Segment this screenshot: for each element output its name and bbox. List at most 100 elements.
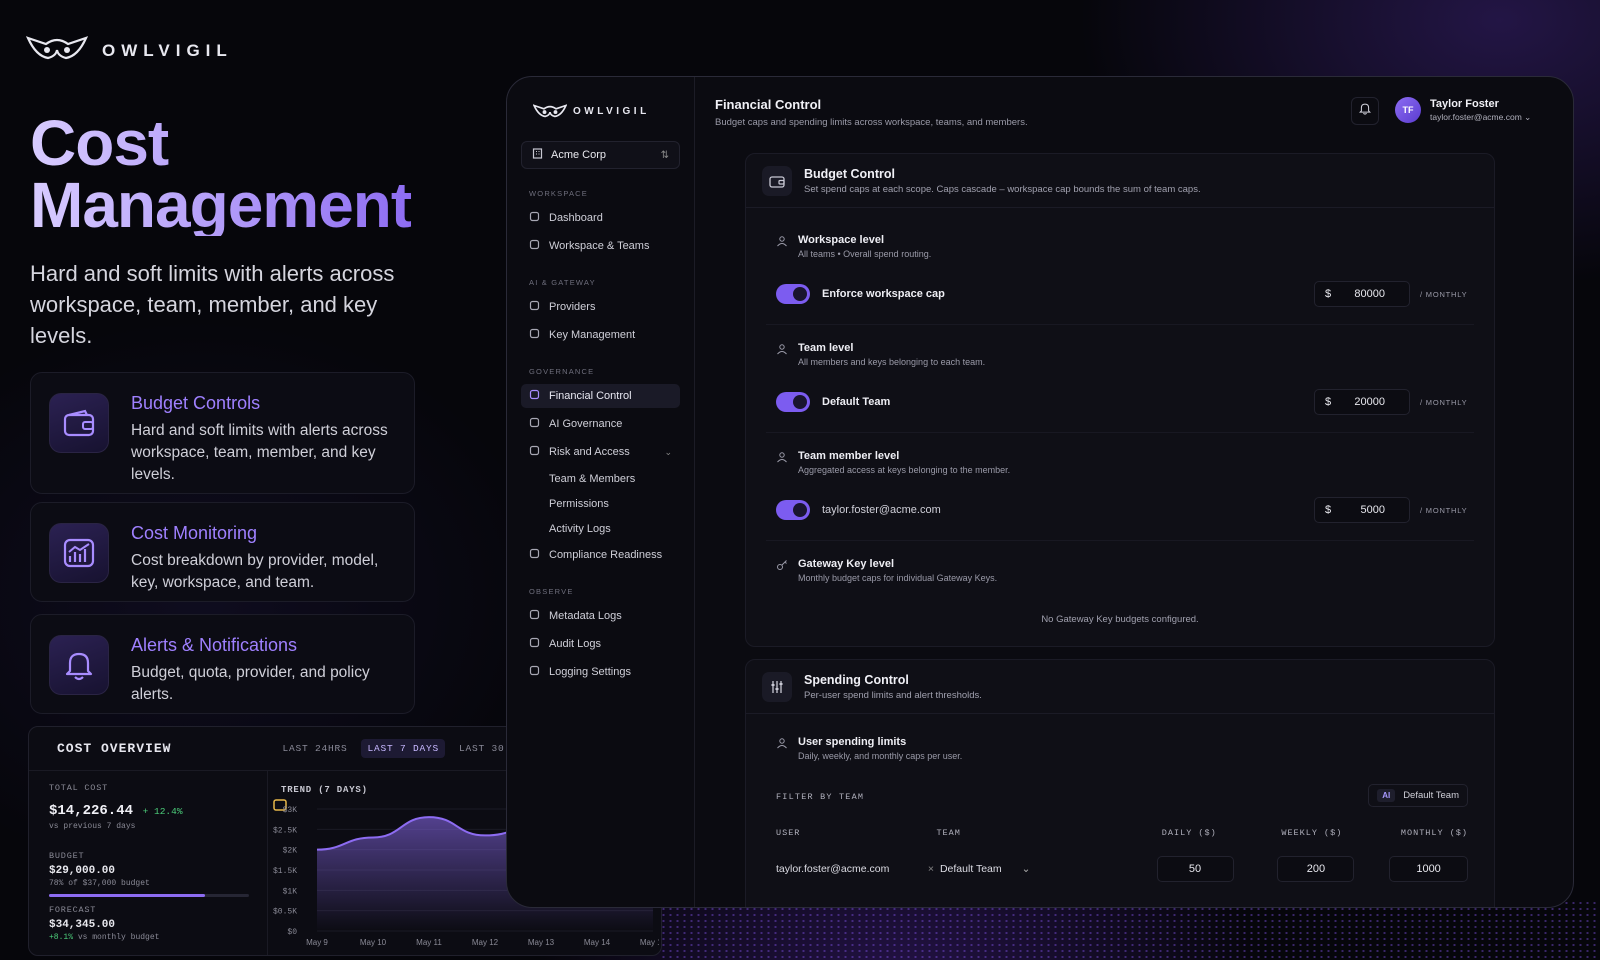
team-level: Team level All members and keys belonging…: [776, 342, 985, 367]
org-switcher[interactable]: Acme Corp ⇅: [521, 141, 680, 169]
budget-label: BUDGET: [49, 851, 85, 861]
sidebar-item-label: Metadata Logs: [549, 610, 622, 622]
x-tick-label: May 10: [360, 938, 387, 947]
period-label: / MONTHLY: [1420, 505, 1468, 515]
sidebar-item-label: Workspace & Teams: [549, 240, 650, 252]
member-toggle[interactable]: [776, 500, 810, 520]
building-icon: [532, 148, 543, 162]
forecast-value: $34,345.00: [49, 919, 116, 931]
wallet-icon: [529, 389, 540, 403]
gateway-key-level: Gateway Key level Monthly budget caps for…: [776, 558, 997, 583]
team-abbr: AI: [1377, 789, 1396, 802]
sidebar-item-label: Risk and Access: [549, 446, 630, 458]
workspace-cap-row: Enforce workspace cap $80000 / MONTHLY: [776, 280, 1468, 308]
feature-desc: Hard and soft limits with alerts across …: [131, 422, 388, 483]
budget-control-subtitle: Set spend caps at each scope. Caps casca…: [804, 183, 1201, 195]
chevron-down-icon: ⌄: [664, 446, 672, 457]
nav-section-label: GOVERNANCE: [529, 367, 595, 376]
sidebar-item-compliance-readiness[interactable]: Compliance Readiness: [521, 543, 680, 567]
shield-icon: [529, 417, 540, 431]
nav-section-label: OBSERVE: [529, 587, 574, 596]
sidebar-item-ai-governance[interactable]: AI Governance: [521, 412, 680, 436]
sidebar-item-label: Financial Control: [549, 390, 632, 402]
chevron-down-icon: ⌄: [1524, 111, 1532, 122]
team-filter-value: Default Team: [1403, 790, 1459, 801]
workspace-level: Workspace level All teams • Overall spend…: [776, 234, 931, 259]
user-icon: [776, 736, 788, 761]
sidebar-item-permissions[interactable]: Permissions: [521, 493, 680, 515]
daily-limit-input[interactable]: 50: [1156, 856, 1234, 882]
sidebar-item-team-members[interactable]: Team & Members: [521, 468, 680, 490]
nav-section-label: AI & GATEWAY: [529, 278, 596, 287]
user-menu[interactable]: TF Taylor Foster taylor.foster@acme.com ⌄: [1395, 97, 1531, 123]
sidebar-item-workspace-teams[interactable]: Workspace & Teams: [521, 234, 680, 258]
member-level: Team member level Aggregated access at ke…: [776, 450, 1010, 475]
weekly-limit-input[interactable]: 200: [1277, 856, 1355, 882]
brand-header: OWLVIGIL: [25, 34, 233, 67]
eye-icon: [529, 637, 540, 651]
toggle-label: taylor.foster@acme.com: [822, 504, 941, 516]
row-team-select[interactable]: × Default Team ⌄: [928, 863, 1065, 875]
sidebar-item-providers[interactable]: Providers: [521, 295, 680, 319]
sidebar-item-metadata-logs[interactable]: Metadata Logs: [521, 604, 680, 628]
sidebar-item-label: Team & Members: [549, 473, 636, 485]
grid-icon: [529, 211, 540, 225]
sidebar-item-key-management[interactable]: Key Management: [521, 323, 680, 347]
sidebar-item-label: Activity Logs: [549, 523, 611, 535]
team-filter[interactable]: AI Default Team: [1368, 784, 1468, 807]
period-label: / MONTHLY: [1420, 397, 1468, 407]
switch-icon: ⇅: [660, 149, 669, 161]
x-tick-label: May 11: [416, 938, 442, 947]
key-icon: [529, 328, 540, 342]
table-row: taylor.foster@acme.com × Default Team ⌄ 50…: [776, 856, 1468, 882]
main-content: Financial Control Budget caps and spendi…: [695, 77, 1573, 907]
range-tab[interactable]: LAST 7 DAYS: [361, 739, 445, 758]
team-cap-input[interactable]: $20000: [1314, 389, 1410, 415]
table-header: USER TEAM DAILY ($) WEEKLY ($) MONTHLY (…: [776, 828, 1468, 838]
member-cap-input[interactable]: $5000: [1314, 497, 1410, 523]
sidebar-item-risk-and-access[interactable]: Risk and Access ⌄: [521, 440, 680, 464]
sidebar-item-activity-logs[interactable]: Activity Logs: [521, 518, 680, 540]
close-icon[interactable]: ×: [928, 863, 934, 875]
forecast-label: FORECAST: [49, 905, 97, 915]
forecast-note: vs monthly budget: [77, 933, 160, 942]
sidebar-item-financial-control[interactable]: Financial Control: [521, 384, 680, 408]
sidebar-item-audit-logs[interactable]: Audit Logs: [521, 632, 680, 656]
feature-title: Cost Monitoring: [131, 523, 258, 543]
brand-wordmark: OWLVIGIL: [102, 40, 233, 60]
member-cap-row: taylor.foster@acme.com $5000 / MONTHLY: [776, 496, 1468, 524]
x-tick-label: May 15: [640, 938, 659, 947]
dot-wave-decoration: [660, 900, 1600, 960]
enforce-workspace-cap-toggle[interactable]: [776, 284, 810, 304]
feature-desc: Budget, quota, provider, and policy aler…: [131, 664, 370, 703]
gateway-empty-state: No Gateway Key budgets configured.: [1041, 614, 1199, 625]
feature-alerts: Alerts & Notifications Budget, quota, pro…: [30, 614, 415, 714]
notifications-button[interactable]: [1351, 97, 1379, 125]
total-cost-change: + 12.4%: [142, 806, 183, 817]
x-tick-label: May 12: [472, 938, 499, 947]
user-name: Taylor Foster: [1430, 97, 1499, 110]
budget-value: $29,000.00: [49, 865, 116, 877]
file-icon: [529, 609, 540, 623]
hero-title: Cost Management: [30, 107, 412, 241]
y-tick-label: $1K: [283, 887, 298, 896]
wallet-icon: [762, 165, 792, 196]
sidebar-item-logging-settings[interactable]: Logging Settings: [521, 660, 680, 684]
range-tab[interactable]: LAST 24HRS: [276, 739, 353, 758]
feature-title: Alerts & Notifications: [131, 635, 298, 655]
total-cost-value: $14,226.44: [49, 803, 134, 819]
app-window: OWLVIGIL Acme Corp ⇅ WORKSPACE Dashboard W…: [506, 76, 1574, 908]
sidebar-item-label: AI Governance: [549, 418, 623, 430]
forecast-change: +8.1%: [49, 933, 74, 942]
monthly-limit-input[interactable]: 1000: [1389, 856, 1468, 882]
sidebar-item-label: Dashboard: [549, 212, 603, 224]
budget-control-card: Budget Control Set spend caps at each sco…: [745, 153, 1495, 647]
workspace-cap-input[interactable]: $80000: [1314, 281, 1410, 307]
y-tick-label: $3K: [283, 806, 298, 815]
default-team-toggle[interactable]: [776, 392, 810, 412]
owl-logo-icon: [25, 34, 89, 67]
x-tick-label: May 14: [584, 938, 611, 947]
sidebar-item-dashboard[interactable]: Dashboard: [521, 206, 680, 230]
key-icon: [776, 558, 788, 583]
row-user: taylor.foster@acme.com: [776, 863, 890, 875]
